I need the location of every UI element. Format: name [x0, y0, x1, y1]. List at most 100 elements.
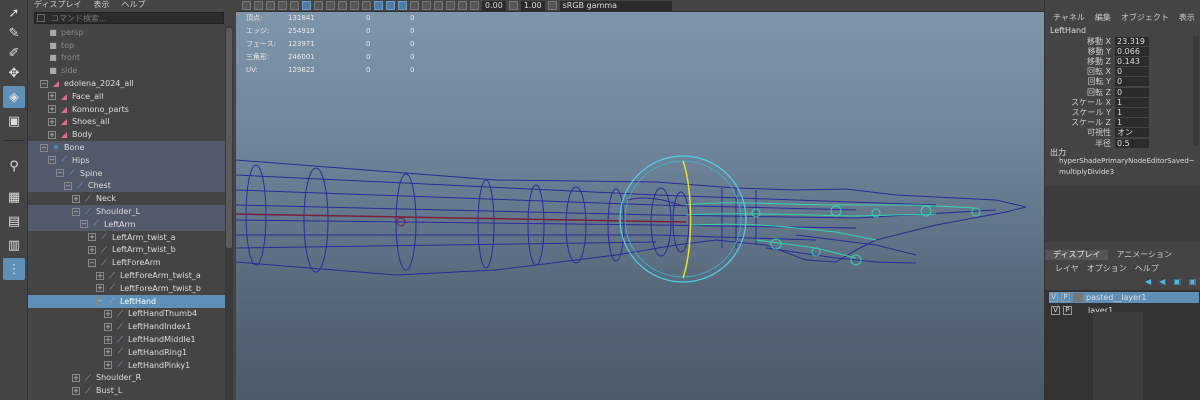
outliner-item[interactable]: − ⟋ Hips — [28, 154, 225, 167]
smooth-shade-icon[interactable] — [314, 1, 323, 10]
outliner-item[interactable]: − ✳ Bone — [28, 141, 225, 154]
attribute-value-field[interactable]: 0 — [1115, 67, 1149, 77]
layer-color-swatch[interactable] — [1075, 306, 1085, 315]
expand-icon[interactable]: + — [48, 130, 56, 139]
expand-icon[interactable]: + — [72, 194, 80, 203]
menu-channels[interactable]: チャネル — [1053, 12, 1085, 23]
rotate-tool-icon[interactable]: ◈ — [3, 86, 25, 108]
gamma-field[interactable]: 1.00 — [520, 0, 545, 11]
attribute-value-field[interactable]: オン — [1115, 128, 1149, 138]
tab-display[interactable]: ディスプレイ — [1045, 250, 1109, 260]
exposure-icon[interactable] — [470, 1, 479, 10]
outliner-scroll-thumb[interactable] — [226, 28, 232, 248]
channel-attribute[interactable]: 移動 Y 0.066 — [1045, 46, 1195, 56]
collapse-icon[interactable]: − — [48, 156, 56, 165]
outliner-item[interactable]: ■ top — [28, 39, 225, 52]
expand-icon[interactable]: + — [104, 309, 112, 318]
outliner-item[interactable]: − ⟋ LeftArm — [28, 218, 225, 231]
bookmark-icon[interactable] — [254, 1, 263, 10]
channel-attribute[interactable]: 可視性 オン — [1045, 128, 1195, 138]
aa-icon[interactable] — [422, 1, 431, 10]
motion-blur-icon[interactable] — [410, 1, 419, 10]
attribute-value-field[interactable]: 23.319 — [1115, 36, 1149, 46]
channel-attribute[interactable]: 移動 X 23.319 — [1045, 36, 1195, 46]
image-plane-icon[interactable] — [266, 1, 275, 10]
outliner-item[interactable]: − ⟋ Shoulder_L — [28, 205, 225, 218]
expand-icon[interactable]: + — [96, 284, 104, 293]
tab-animation[interactable]: アニメーション — [1108, 250, 1180, 260]
move-layer-up-icon[interactable]: ◀ — [1145, 277, 1151, 286]
expand-icon[interactable]: + — [96, 271, 104, 280]
outliner-item[interactable]: ■ side — [28, 64, 225, 77]
menu-layers[interactable]: レイヤ — [1055, 263, 1079, 274]
expand-icon[interactable]: + — [72, 373, 80, 382]
wireframe-icon[interactable] — [302, 1, 311, 10]
dof-icon[interactable] — [434, 1, 443, 10]
collapse-icon[interactable]: − — [64, 181, 72, 190]
expand-icon[interactable]: + — [104, 335, 112, 344]
outliner-item[interactable]: ■ front — [28, 52, 225, 65]
collapse-icon[interactable]: − — [40, 79, 48, 88]
expand-icon[interactable]: + — [88, 245, 96, 254]
isolate-icon[interactable] — [446, 1, 455, 10]
move-layer-down-icon[interactable]: ◀ — [1159, 277, 1165, 286]
outliner-item[interactable]: + ⟋ LeftHandMiddle1 — [28, 333, 225, 346]
new-layer-selected-icon[interactable]: ▣ — [1189, 277, 1197, 286]
menu-help[interactable]: ヘルプ — [1135, 263, 1159, 274]
move-tool-icon[interactable]: ✥ — [3, 62, 25, 84]
3d-viewport[interactable]: 0.00 1.00 sRGB gamma 頂点: 131841 0 0 エッジ: 254… — [236, 0, 1044, 400]
outliner-item[interactable]: + ⟋ LeftArm_twist_b — [28, 244, 225, 257]
outliner-search-input[interactable]: コマンド検索... — [34, 12, 224, 24]
playback-toggle[interactable]: P — [1063, 306, 1072, 315]
joint-tool-icon[interactable]: ⚲ — [3, 155, 25, 177]
exposure-field[interactable]: 0.00 — [482, 0, 506, 11]
textured-icon[interactable] — [326, 1, 335, 10]
channel-attribute[interactable]: 回転 Y0 — [1045, 77, 1195, 87]
channel-attribute[interactable]: 移動 Z 0.143 — [1045, 56, 1195, 66]
expand-icon[interactable]: + — [72, 386, 80, 395]
output-node[interactable]: multiplyDivide3 — [1059, 168, 1114, 176]
single-view-icon[interactable]: ▦ — [3, 186, 25, 208]
camera-icon[interactable] — [242, 1, 251, 10]
collapse-icon[interactable]: − — [96, 297, 104, 306]
playback-toggle[interactable]: P — [1061, 293, 1070, 302]
outliner-item[interactable]: + ⟋ LeftHandPinky1 — [28, 359, 225, 372]
collapse-icon[interactable]: − — [88, 258, 96, 267]
grid-icon[interactable] — [278, 1, 287, 10]
menu-object[interactable]: オブジェクト — [1121, 12, 1169, 23]
outliner-item[interactable]: + ◢ Shoes_all — [28, 116, 225, 129]
layer-row[interactable]: V P pasted__layer1 — [1049, 292, 1199, 303]
search-filter-checkbox[interactable] — [37, 14, 45, 22]
gamma-icon[interactable] — [508, 1, 518, 10]
expand-icon[interactable]: + — [48, 105, 56, 114]
outliner-item[interactable]: + ⟋ Shoulder_R — [28, 372, 225, 385]
new-layer-icon[interactable]: ▣ — [1173, 277, 1181, 286]
outliner-item[interactable]: − ⟋ LeftForeArm — [28, 256, 225, 269]
attribute-value-field[interactable]: 0.5 — [1115, 138, 1149, 148]
expand-icon[interactable]: + — [104, 322, 112, 331]
paint-select-tool-icon[interactable]: ✐ — [3, 42, 25, 64]
outliner-item[interactable]: − ⟋ Chest — [28, 179, 225, 193]
color-space-dropdown[interactable]: sRGB gamma — [559, 0, 672, 11]
outliner-item[interactable]: + ⟋ LeftForeArm_twist_a — [28, 269, 225, 282]
expand-icon[interactable]: + — [104, 361, 112, 370]
film-gate-icon[interactable] — [290, 1, 299, 10]
attribute-value-field[interactable]: 1 — [1115, 107, 1149, 117]
expand-icon[interactable]: + — [48, 92, 56, 101]
outliner-item[interactable]: + ⟋ LeftForeArm_twist_b — [28, 282, 225, 295]
channel-attribute[interactable]: 半径 0.5 — [1045, 138, 1195, 148]
attribute-value-field[interactable]: 0.066 — [1115, 46, 1149, 56]
channel-attribute[interactable]: スケール Y1 — [1045, 107, 1195, 117]
attribute-value-field[interactable]: 0 — [1115, 87, 1149, 97]
collapse-icon[interactable]: − — [56, 169, 64, 178]
channel-attribute[interactable]: スケール Z1 — [1045, 118, 1195, 128]
outliner-item[interactable]: − ◢ edolena_2024_all — [28, 77, 225, 90]
collapse-icon[interactable]: − — [40, 143, 48, 152]
attribute-value-field[interactable]: 1 — [1115, 118, 1149, 128]
collapse-icon[interactable]: − — [72, 207, 80, 216]
channel-attribute[interactable]: 回転 Z0 — [1045, 87, 1195, 97]
outliner-item[interactable]: − ⟋ LeftHand — [28, 294, 225, 308]
channel-attribute[interactable]: 回転 X0 — [1045, 67, 1195, 77]
four-view-icon[interactable]: ▥ — [3, 234, 25, 256]
expand-icon[interactable]: + — [104, 348, 112, 357]
